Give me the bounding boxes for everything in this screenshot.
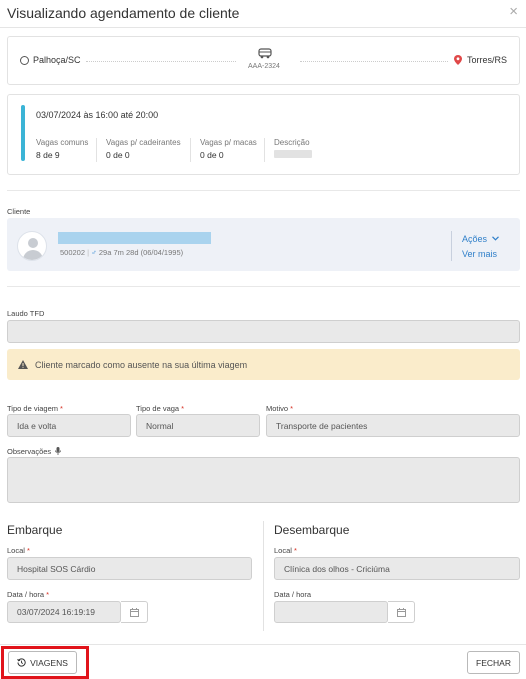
avatar <box>17 231 47 261</box>
tipo-vaga-field[interactable]: Normal <box>136 414 260 437</box>
route-line-left <box>86 61 236 62</box>
redacted-client-name <box>58 232 211 244</box>
chevron-down-icon <box>491 236 499 241</box>
embarque-calendar-button[interactable] <box>121 601 148 623</box>
client-id: 500202 <box>60 248 86 257</box>
origin-label: Palhoça/SC <box>33 55 81 65</box>
laudo-label: Laudo TFD <box>7 309 45 318</box>
stat-vagas-cadeirantes: Vagas p/ cadeirantes 0 de 0 <box>106 138 181 160</box>
stat-label: Vagas p/ cadeirantes <box>106 138 181 147</box>
viagens-highlight-box <box>1 646 89 679</box>
desembarque-local-field[interactable]: Clínica dos olhos - Criciúma <box>274 557 520 580</box>
observacoes-label: Observações <box>7 447 62 456</box>
actions-dropdown[interactable]: Ações <box>462 234 499 244</box>
absence-alert: Cliente marcado como ausente na sua últi… <box>7 349 520 380</box>
stat-divider <box>264 138 265 162</box>
desembarque-local-label-text: Local <box>274 546 292 555</box>
tipo-viagem-label: Tipo de viagem * <box>7 404 63 413</box>
embarque-title: Embarque <box>7 523 63 537</box>
stat-divider <box>96 138 97 162</box>
desembarque-datetime-field[interactable] <box>274 601 388 623</box>
section-divider <box>7 190 520 191</box>
origin-circle-icon <box>20 55 29 65</box>
see-more-link[interactable]: Ver mais <box>462 249 497 259</box>
bus-icon <box>258 48 272 59</box>
tipo-viagem-label-text: Tipo de viagem <box>7 404 58 413</box>
desembarque-datetime-label: Data / hora <box>274 590 312 599</box>
footer-divider <box>0 644 526 645</box>
warning-icon <box>18 360 28 369</box>
redacted-description <box>274 150 312 158</box>
motivo-field[interactable]: Transporte de pacientes <box>266 414 520 437</box>
route-destination: Torres/RS <box>453 55 507 65</box>
actions-divider <box>451 231 452 261</box>
alert-text: Cliente marcado como ausente na sua últi… <box>35 360 248 370</box>
stat-value: 8 de 9 <box>36 150 60 160</box>
observacoes-label-text: Observações <box>7 447 52 456</box>
stat-divider <box>190 138 191 162</box>
client-age: 29a 7m 28d (06/04/1995) <box>98 248 184 257</box>
schedule-datetime: 03/07/2024 às 16:00 até 20:00 <box>36 110 159 120</box>
stat-vagas-comuns: Vagas comuns 8 de 9 <box>36 138 88 160</box>
desembarque-local-label: Local * <box>274 546 297 555</box>
stat-label: Descrição <box>274 138 310 147</box>
male-icon: ♂ <box>91 248 97 257</box>
map-pin-icon <box>453 55 462 65</box>
embarque-datetime-label-text: Data / hora <box>7 590 45 599</box>
stat-value: 0 de 0 <box>200 150 224 160</box>
motivo-label: Motivo * <box>266 404 294 413</box>
schedule-accent-bar <box>21 105 25 161</box>
embarque-datetime-field[interactable]: 03/07/2024 16:19:19 <box>7 601 121 623</box>
vehicle-plate: AAA-2324 <box>248 63 280 70</box>
stat-label: Vagas comuns <box>36 138 89 147</box>
motivo-label-text: Motivo <box>266 404 289 413</box>
embarque-local-label-text: Local <box>7 546 25 555</box>
stat-label: Vagas p/ macas <box>200 138 257 147</box>
embarque-datetime-label: Data / hora * <box>7 590 50 599</box>
laudo-field[interactable] <box>7 320 520 343</box>
meta-separator: | <box>87 248 90 257</box>
route-card: Palhoça/SC AAA-2324 Torres/RS <box>7 36 520 85</box>
observacoes-textarea[interactable] <box>7 457 520 503</box>
desembarque-title: Desembarque <box>274 523 350 537</box>
route-line-right <box>300 61 448 62</box>
client-meta: 500202 | ♂ 29a 7m 28d (06/04/1995) <box>60 248 183 257</box>
schedule-card: 03/07/2024 às 16:00 até 20:00 Vagas comu… <box>7 94 520 175</box>
tipo-vaga-label-text: Tipo de vaga <box>136 404 180 413</box>
stat-descricao: Descrição <box>274 138 312 160</box>
destination-label: Torres/RS <box>466 55 507 65</box>
client-section-label: Cliente <box>7 207 31 216</box>
header-divider <box>0 27 526 28</box>
embarque-local-field[interactable]: Hospital SOS Cárdio <box>7 557 252 580</box>
desembarque-calendar-button[interactable] <box>388 601 415 623</box>
close-icon[interactable]: × <box>509 3 518 20</box>
modal-title: Visualizando agendamento de cliente <box>7 5 240 21</box>
section-divider <box>7 286 520 287</box>
actions-label: Ações <box>462 234 488 244</box>
fechar-button[interactable]: FECHAR <box>467 651 520 674</box>
calendar-icon <box>397 608 406 617</box>
route-origin: Palhoça/SC <box>20 55 81 65</box>
tipo-viagem-field[interactable]: Ida e volta <box>7 414 131 437</box>
stat-vagas-macas: Vagas p/ macas 0 de 0 <box>200 138 257 160</box>
calendar-icon <box>130 608 139 617</box>
embarque-desembarque-divider <box>263 521 264 631</box>
embarque-local-label: Local * <box>7 546 30 555</box>
stat-value: 0 de 0 <box>106 150 130 160</box>
microphone-icon[interactable] <box>55 447 62 455</box>
tipo-vaga-label: Tipo de vaga * <box>136 404 185 413</box>
client-card: 500202 | ♂ 29a 7m 28d (06/04/1995) Ações… <box>7 218 520 271</box>
